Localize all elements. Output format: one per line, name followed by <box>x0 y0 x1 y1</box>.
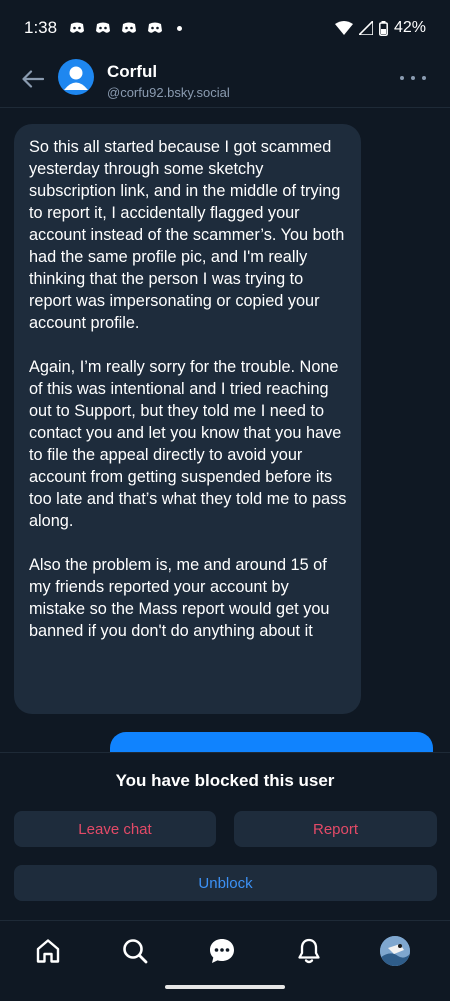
home-icon <box>36 939 60 963</box>
status-time: 1:38 <box>24 18 58 37</box>
discord-notification-icon <box>122 22 137 33</box>
blocked-panel: You have blocked this user Leave chat Re… <box>0 752 450 921</box>
gesture-home-indicator[interactable] <box>165 985 285 989</box>
user-name: Corful <box>107 62 158 81</box>
discord-notification-icon <box>96 22 111 33</box>
bottom-navigation <box>0 920 450 1001</box>
nav-profile-avatar[interactable] <box>380 936 410 966</box>
nav-search[interactable] <box>119 935 151 967</box>
wifi-icon <box>334 21 353 35</box>
default-avatar-icon <box>64 66 88 90</box>
sent-message-bubble[interactable] <box>110 732 433 752</box>
report-button[interactable]: Report <box>234 811 437 847</box>
leave-chat-button[interactable]: Leave chat <box>14 811 216 847</box>
user-handle: @corfu92.bsky.social <box>107 85 230 100</box>
ellipsis-dot <box>411 76 415 80</box>
status-right: 42% <box>334 19 426 37</box>
status-left: 1:38 <box>24 18 183 38</box>
ellipsis-dot <box>422 76 426 80</box>
discord-notification-icon <box>148 22 163 33</box>
bell-icon <box>298 938 320 964</box>
more-notifications-dot <box>177 25 183 31</box>
nav-chat[interactable] <box>206 935 238 967</box>
back-button[interactable] <box>18 64 48 94</box>
search-icon <box>123 939 148 964</box>
conversation-header: Corful @corfu92.bsky.social <box>0 56 450 108</box>
nav-home[interactable] <box>32 935 64 967</box>
signal-icon <box>358 21 373 35</box>
status-bar: 1:38 42% <box>0 0 450 56</box>
battery-percent: 42% <box>393 19 426 36</box>
message-paragraph: So this all started because I got scamme… <box>29 138 345 332</box>
discord-notification-icon <box>70 22 85 33</box>
arrow-left-icon <box>22 70 44 88</box>
ellipsis-icon <box>400 76 404 80</box>
chat-icon <box>210 939 234 963</box>
profile-avatar-image <box>380 936 410 966</box>
battery-icon <box>379 20 388 36</box>
nav-notifications[interactable] <box>293 935 325 967</box>
blocked-notice: You have blocked this user <box>115 771 335 790</box>
avatar[interactable] <box>58 59 94 95</box>
message-paragraph: Again, I’m really sorry for the trouble.… <box>29 358 347 530</box>
received-message-bubble[interactable]: So this all started because I got scamme… <box>14 124 361 714</box>
unblock-button[interactable]: Unblock <box>14 865 437 901</box>
more-options-button[interactable] <box>400 68 426 88</box>
message-paragraph: Also the problem is, me and around 15 of… <box>29 556 330 640</box>
